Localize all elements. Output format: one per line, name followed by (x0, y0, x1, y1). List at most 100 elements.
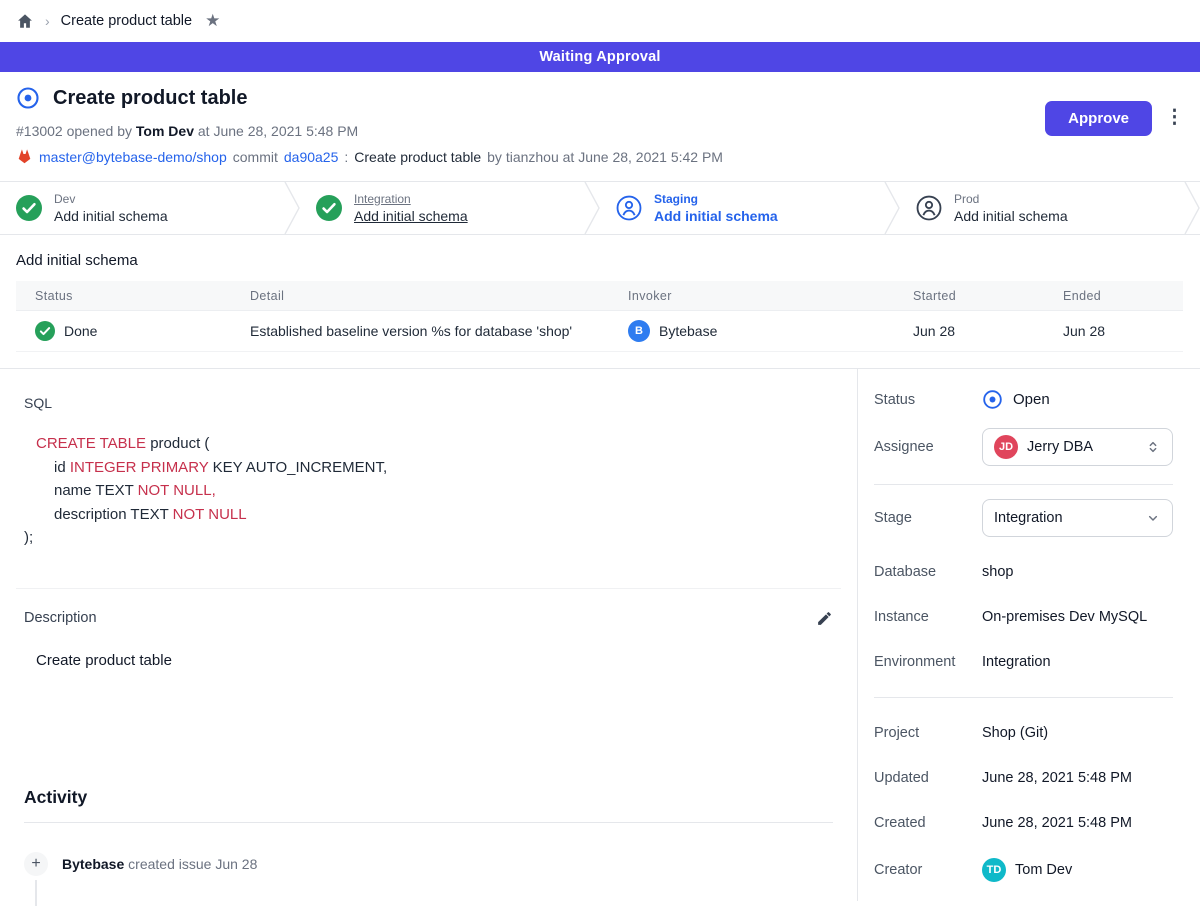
table-row[interactable]: Done Established baseline version %s for… (16, 311, 1183, 352)
stage-separator-icon (884, 182, 900, 234)
updated-label: Updated (874, 770, 982, 786)
sql-section-label: SQL (24, 395, 833, 411)
task-section-heading: Add initial schema (16, 252, 1200, 269)
database-value: shop (982, 564, 1173, 580)
issue-id: #13002 opened by (16, 123, 132, 139)
approve-button[interactable]: Approve (1045, 101, 1152, 136)
stage-env-label: Integration (354, 192, 468, 207)
activity-heading: Activity (24, 787, 833, 808)
list-item: + Bytebase created issue Jun 28 (24, 852, 833, 876)
bookmark-star-icon[interactable]: ★ (205, 11, 220, 31)
gitlab-icon (16, 148, 33, 165)
creator-avatar: TD (982, 858, 1006, 882)
pending-approval-person-icon (616, 195, 642, 221)
stage-staging[interactable]: Staging Add initial schema (600, 182, 884, 234)
check-circle-icon (16, 195, 42, 221)
activity-actor: Bytebase (62, 856, 124, 872)
divider (16, 588, 841, 589)
column-status: Status (16, 289, 231, 303)
instance-value: On-premises Dev MySQL (982, 609, 1173, 625)
created-label: Created (874, 815, 982, 831)
creator-name: Tom Dev (1015, 862, 1072, 878)
assignee-label: Assignee (874, 439, 982, 455)
issue-open-icon (982, 389, 1003, 410)
issue-header: Create product table #13002 opened by To… (0, 72, 1200, 181)
chevron-down-icon (1145, 510, 1161, 526)
sql-code[interactable]: CREATE TABLE product (id INTEGER PRIMARY… (24, 432, 833, 550)
stage-task-label[interactable]: Add initial schema (54, 207, 168, 225)
stage-env-label: Prod (954, 192, 1068, 207)
divider (24, 822, 833, 823)
status-label: Status (874, 392, 982, 408)
task-table-header: Status Detail Invoker Started Ended (16, 281, 1183, 311)
issue-detail-panel: SQL CREATE TABLE product (id INTEGER PRI… (0, 369, 858, 901)
more-actions-icon[interactable]: ⋮ (1165, 108, 1184, 128)
divider (874, 697, 1173, 698)
issue-sidebar: Status Open Assignee JD Jerry DBA Stage … (858, 369, 1200, 901)
stage-select[interactable]: Integration (982, 499, 1173, 537)
task-started-cell: Jun 28 (894, 323, 1044, 339)
status-text: Open (1013, 391, 1050, 408)
home-icon[interactable] (16, 12, 34, 30)
activity-action: created issue Jun 28 (128, 856, 257, 872)
environment-label: Environment (874, 654, 982, 670)
stage-task-label[interactable]: Add initial schema (654, 207, 778, 225)
task-status-text: Done (64, 323, 97, 339)
database-label: Database (874, 564, 982, 580)
assignee-avatar: JD (994, 435, 1018, 459)
pending-person-icon (916, 195, 942, 221)
commit-word: commit (233, 149, 278, 165)
pipeline-stage-bar: Dev Add initial schema Integration Add i… (0, 181, 1200, 235)
assignee-select[interactable]: JD Jerry DBA (982, 428, 1173, 466)
project-label: Project (874, 725, 982, 741)
stage-prod[interactable]: Prod Add initial schema (900, 182, 1184, 234)
stage-label: Stage (874, 510, 982, 526)
creator-value: TD Tom Dev (982, 858, 1173, 882)
status-value: Open (982, 389, 1173, 410)
stage-integration[interactable]: Integration Add initial schema (300, 182, 584, 234)
page-title: Create product table (53, 87, 247, 110)
issue-opened-at: at June 28, 2021 5:48 PM (198, 123, 358, 139)
stage-env-label: Dev (54, 192, 168, 207)
edit-pencil-icon[interactable] (816, 610, 833, 627)
divider (874, 484, 1173, 485)
commit-line: master@bytebase-demo/shop commit da90a25… (16, 148, 1184, 165)
column-ended: Ended (1044, 289, 1183, 303)
creator-label: Creator (874, 862, 982, 878)
stage-env-label: Staging (654, 192, 778, 207)
issue-author: Tom Dev (136, 123, 194, 139)
project-value: Shop (Git) (982, 725, 1173, 741)
commit-message: Create product table (354, 149, 481, 165)
commit-sha-link[interactable]: da90a25 (284, 149, 339, 165)
status-banner: Waiting Approval (0, 42, 1200, 72)
task-ended-cell: Jun 28 (1044, 323, 1183, 339)
stage-task-label[interactable]: Add initial schema (954, 207, 1068, 225)
branch-repo-link[interactable]: master@bytebase-demo/shop (39, 149, 227, 165)
check-circle-icon (35, 321, 55, 341)
commit-author-time: by tianzhou at June 28, 2021 5:42 PM (487, 149, 723, 165)
instance-label: Instance (874, 609, 982, 625)
commit-colon: : (344, 149, 348, 165)
created-value: June 28, 2021 5:48 PM (982, 815, 1173, 831)
bytebase-avatar: B (628, 320, 650, 342)
breadcrumb-chevron-icon: › (45, 13, 50, 29)
stage-dev[interactable]: Dev Add initial schema (0, 182, 284, 234)
task-table: Status Detail Invoker Started Ended Done… (16, 281, 1183, 352)
task-invoker-cell: B Bytebase (609, 320, 894, 342)
timeline-connector (35, 880, 37, 906)
plus-icon: + (24, 852, 48, 876)
stage-selected: Integration (994, 510, 1063, 526)
task-status-cell: Done (16, 321, 231, 341)
environment-value: Integration (982, 654, 1173, 670)
check-circle-icon (316, 195, 342, 221)
description-text: Create product table (36, 652, 833, 669)
stage-separator-icon (1184, 182, 1200, 234)
column-started: Started (894, 289, 1044, 303)
updated-value: June 28, 2021 5:48 PM (982, 770, 1173, 786)
task-section: Add initial schema Status Detail Invoker… (0, 235, 1200, 369)
column-invoker: Invoker (609, 289, 894, 303)
stage-separator-icon (584, 182, 600, 234)
stage-task-label[interactable]: Add initial schema (354, 207, 468, 225)
up-down-chevron-icon (1145, 439, 1161, 455)
breadcrumb: › Create product table ★ (0, 0, 1200, 42)
